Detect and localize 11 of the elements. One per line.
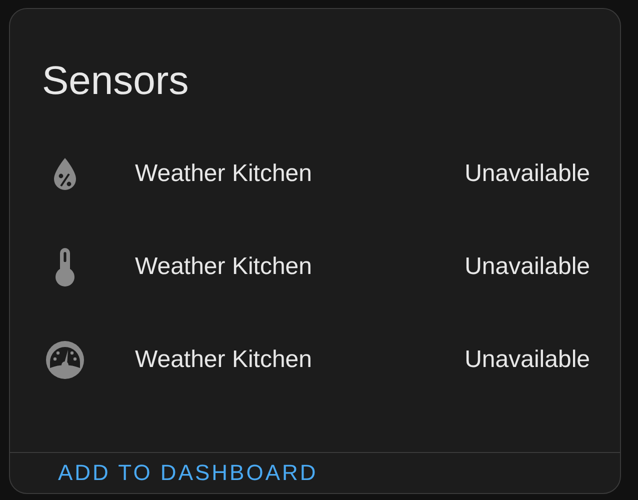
add-to-dashboard-button[interactable]: ADD TO DASHBOARD — [50, 454, 326, 492]
gauge-icon — [45, 340, 85, 380]
sensor-state: Unavailable — [464, 252, 590, 280]
sensor-name[interactable]: Weather Kitchen — [135, 252, 465, 280]
sensor-name[interactable]: Weather Kitchen — [135, 160, 465, 188]
sensor-name[interactable]: Weather Kitchen — [135, 346, 465, 374]
thermometer-icon — [54, 246, 76, 286]
sensor-state: Unavailable — [464, 346, 590, 374]
sensor-state: Unavailable — [464, 160, 590, 188]
humidity-percent-icon — [52, 156, 78, 190]
card-title: Sensors — [41, 58, 190, 101]
